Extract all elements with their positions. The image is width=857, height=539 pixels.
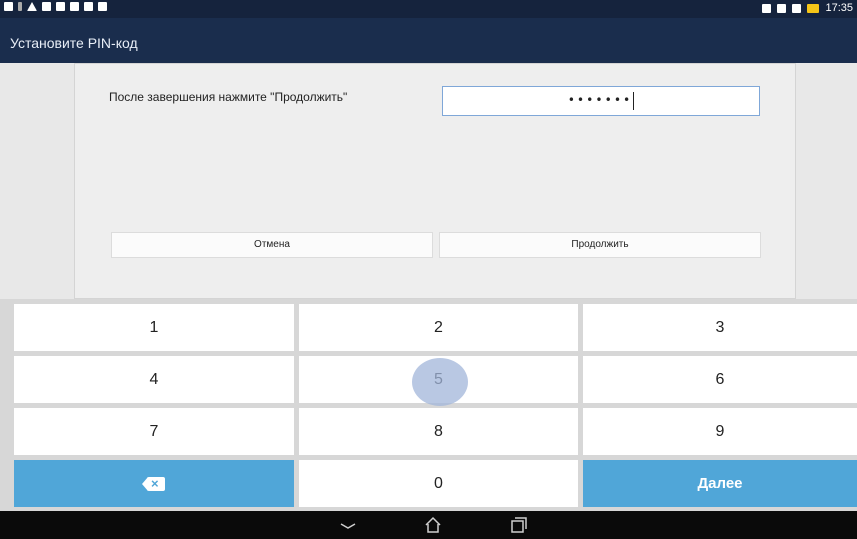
vibrate-icon <box>777 3 787 13</box>
notification-icon <box>70 2 79 11</box>
next-button[interactable]: Далее <box>583 460 857 507</box>
key-1[interactable]: 1 <box>14 304 294 351</box>
app-bar: Установите PIN-код <box>0 18 857 63</box>
continue-button[interactable]: Продолжить <box>439 232 761 258</box>
notification-icon <box>84 2 93 11</box>
key-3[interactable]: 3 <box>583 304 857 351</box>
text-cursor <box>633 91 635 110</box>
status-time: 17:35 <box>825 2 853 14</box>
backspace-button[interactable]: × <box>14 460 294 507</box>
key-2[interactable]: 2 <box>299 304 578 351</box>
backspace-icon: × <box>142 476 166 492</box>
key-0[interactable]: 0 <box>299 460 578 507</box>
touch-indicator <box>412 358 468 406</box>
key-4[interactable]: 4 <box>14 356 294 403</box>
recent-apps-icon[interactable] <box>509 515 529 535</box>
navigation-bar <box>0 511 857 539</box>
wifi-icon <box>792 3 802 13</box>
warning-icon <box>27 2 37 11</box>
notification-icon <box>98 2 107 11</box>
prompt-text: После завершения нажмите "Продолжить" <box>109 90 348 104</box>
battery-icon <box>807 3 820 13</box>
pin-dialog: После завершения нажмите "Продолжить" ••… <box>74 63 796 299</box>
numeric-keypad: 1 2 3 4 5 6 7 8 9 × 0 Далее <box>0 299 857 511</box>
home-icon[interactable] <box>423 515 443 535</box>
pin-value: ••••••• <box>567 93 633 107</box>
key-6[interactable]: 6 <box>583 356 857 403</box>
pin-input[interactable]: ••••••• <box>442 86 760 116</box>
system-icons: 17:35 <box>762 2 853 14</box>
notification-icon <box>4 2 13 11</box>
notification-icons <box>4 2 107 11</box>
notification-icon <box>18 2 22 11</box>
key-7[interactable]: 7 <box>14 408 294 455</box>
status-bar: 17:35 <box>0 0 857 18</box>
mute-icon <box>762 3 772 13</box>
page-title: Установите PIN-код <box>10 35 138 51</box>
notification-icon <box>56 2 65 11</box>
key-8[interactable]: 8 <box>299 408 578 455</box>
cancel-button[interactable]: Отмена <box>111 232 433 258</box>
back-icon[interactable] <box>338 515 358 535</box>
key-9[interactable]: 9 <box>583 408 857 455</box>
notification-icon <box>42 2 51 11</box>
